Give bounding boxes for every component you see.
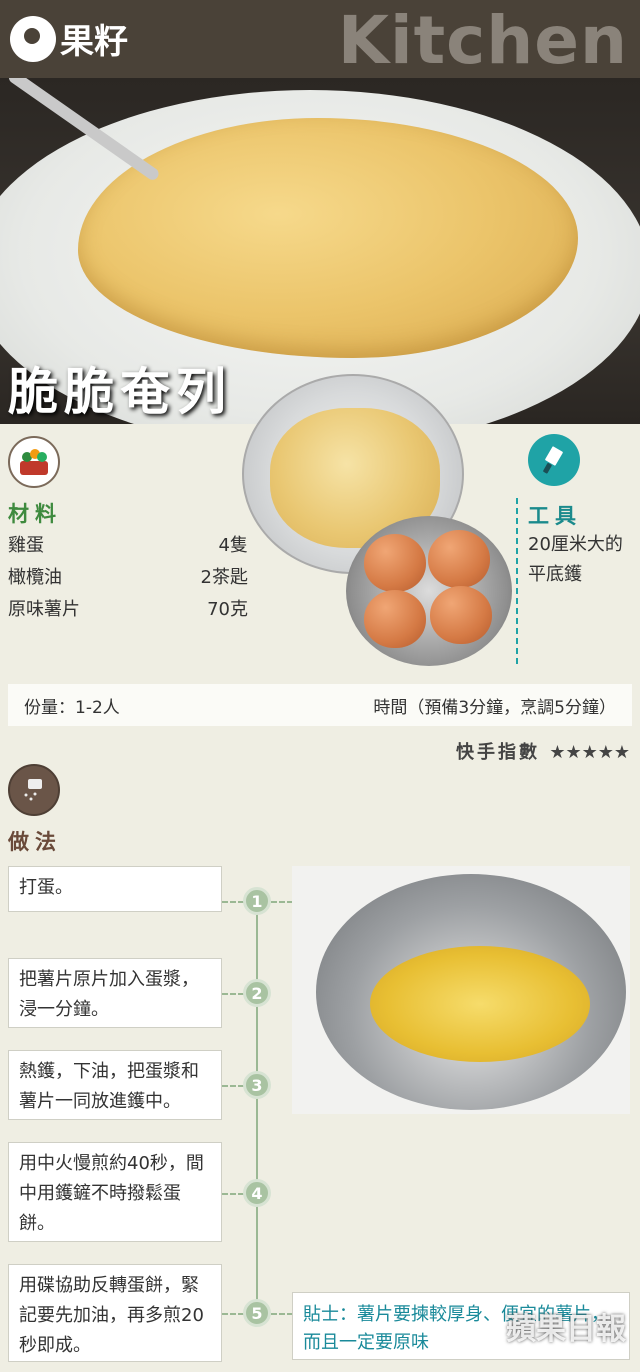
vegetable-basket-icon bbox=[8, 436, 60, 488]
step-box: 打蛋。 bbox=[8, 866, 222, 912]
speed-rating: 快手指數 ★★★★★ bbox=[456, 738, 630, 764]
star-rating-icon: ★★★★★ bbox=[549, 742, 630, 763]
ingredient-name: 橄欖油 bbox=[8, 567, 62, 588]
serving-text: 份量：1-2人 bbox=[24, 697, 120, 718]
tools-divider bbox=[516, 498, 518, 664]
step-number-badge: 4 bbox=[243, 1179, 271, 1207]
step-connector bbox=[271, 901, 293, 903]
materials-label: 材料 bbox=[8, 502, 62, 526]
tools-label: 工具 bbox=[528, 504, 582, 528]
speed-label: 快手指數 bbox=[456, 742, 541, 763]
step-number-badge: 3 bbox=[243, 1071, 271, 1099]
egg-mixture-image bbox=[370, 946, 590, 1062]
materials-list: 雞蛋 4隻 橄欖油 2茶匙 原味薯片 70克 bbox=[8, 530, 248, 626]
ingredient-name: 雞蛋 bbox=[8, 535, 44, 556]
beaten-eggs-photo bbox=[292, 866, 630, 1114]
step-box: 把薯片原片加入蛋漿，浸一分鐘。 bbox=[8, 958, 222, 1028]
step-number-badge: 1 bbox=[243, 887, 271, 915]
egg-bowl-image bbox=[346, 516, 512, 666]
list-item: 橄欖油 2茶匙 bbox=[8, 562, 248, 594]
salt-shaker-icon bbox=[8, 764, 60, 816]
dish-title: 脆脆奄列 bbox=[8, 363, 232, 421]
list-item: 雞蛋 4隻 bbox=[8, 530, 248, 562]
step-connector bbox=[271, 1313, 293, 1315]
step-connector bbox=[222, 901, 244, 903]
step-box: 用中火慢煎約40秒，間中用鑊鏟不時撥鬆蛋餅。 bbox=[8, 1142, 222, 1242]
step-number-badge: 2 bbox=[243, 979, 271, 1007]
section-title: Kitchen bbox=[337, 2, 628, 79]
publisher-watermark: 蘋果日報 bbox=[506, 1312, 626, 1347]
step-box: 熱鑊，下油，把蛋漿和薯片一同放進鑊中。 bbox=[8, 1050, 222, 1120]
brand-logo[interactable]: 果籽 bbox=[10, 14, 128, 63]
step-connector bbox=[222, 1193, 244, 1195]
ingredient-qty: 70克 bbox=[207, 599, 248, 620]
hero-photo: 脆脆奄列 bbox=[0, 78, 640, 424]
cleaver-icon bbox=[528, 434, 580, 486]
omelette-image bbox=[78, 118, 578, 358]
egg-image bbox=[430, 586, 492, 644]
egg-image bbox=[364, 534, 426, 592]
step-box: 用碟協助反轉蛋餅，緊記要先加油，再多煎20秒即成。 bbox=[8, 1264, 222, 1362]
step-number-badge: 5 bbox=[243, 1299, 271, 1327]
step-connector bbox=[222, 1313, 244, 1315]
ingredient-name: 原味薯片 bbox=[8, 599, 80, 620]
method-label: 做法 bbox=[8, 830, 62, 854]
header-bar: 果籽 Kitchen bbox=[0, 0, 640, 79]
steps-timeline bbox=[256, 902, 258, 1312]
ingredient-qty: 2茶匙 bbox=[200, 567, 248, 588]
ingredient-qty: 4隻 bbox=[218, 535, 248, 556]
step-connector bbox=[222, 1085, 244, 1087]
time-text: 時間（預備3分鐘，烹調5分鐘） bbox=[373, 697, 616, 718]
logo-text: 果籽 bbox=[60, 22, 128, 62]
step-connector bbox=[222, 993, 244, 995]
info-bar: 份量：1-2人 時間（預備3分鐘，烹調5分鐘） bbox=[8, 684, 632, 726]
logo-mark-icon bbox=[10, 15, 56, 62]
list-item: 原味薯片 70克 bbox=[8, 594, 248, 626]
egg-image bbox=[364, 590, 426, 648]
tools-text: 20厘米大的平底鑊 bbox=[528, 534, 623, 585]
egg-image bbox=[428, 530, 490, 588]
